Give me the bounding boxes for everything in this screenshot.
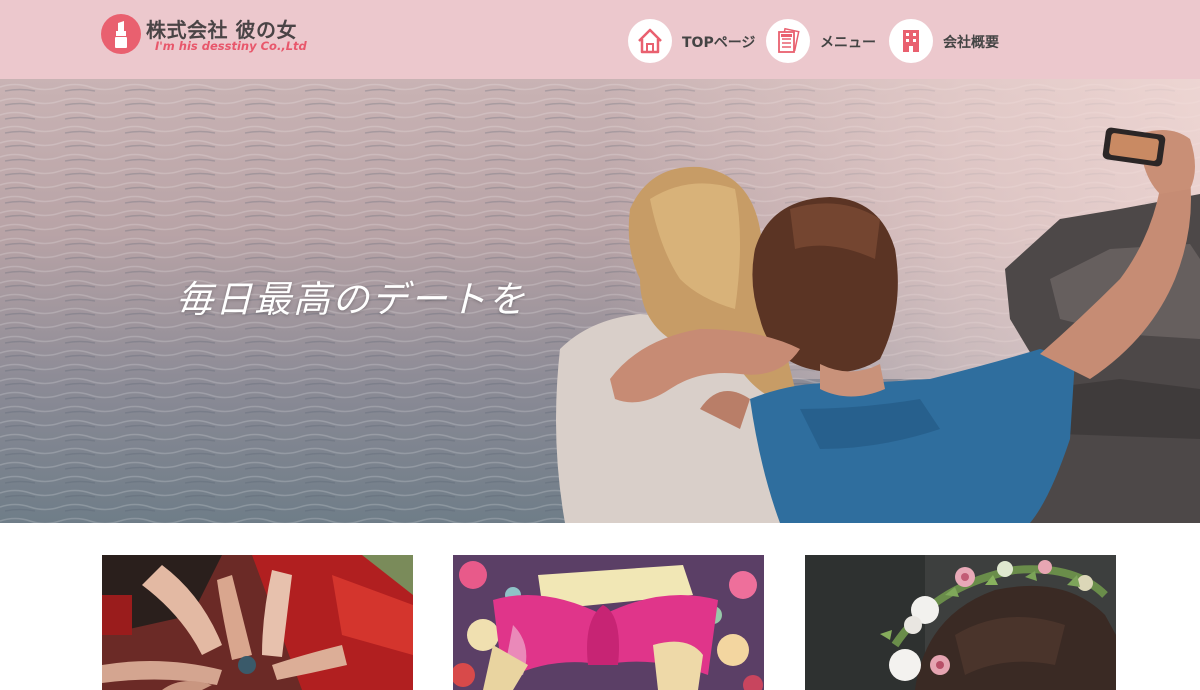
nav-label-top: TOPページ [682,35,756,51]
feature-card-hands[interactable] [102,555,413,690]
card-photo-hands [102,555,413,690]
building-icon [889,19,933,63]
home-icon [628,19,672,63]
hero-banner: 毎日最高のデートを [0,79,1200,523]
card-photo-kimono [453,555,764,690]
feature-card-row [0,555,1200,690]
menu-document-icon [766,19,810,63]
nav-label-menu: メニュー [820,35,876,51]
nav-label-company: 会社概要 [943,35,999,51]
feature-card-kimono[interactable] [453,555,764,690]
card-photo-flower-crown [805,555,1116,690]
nav-item-company[interactable]: 会社概要 [889,19,1004,63]
hero-catchphrase: 毎日最高のデートを [176,278,527,321]
feature-card-flower-crown[interactable] [805,555,1116,690]
site-header: 株式会社 彼の女 I'm his desstiny Co.,Ltd TOPページ [0,0,1200,79]
nav-item-menu[interactable]: メニュー [766,19,881,63]
lipstick-icon [101,14,141,54]
brand-tagline: I'm his desstiny Co.,Ltd [155,39,307,53]
nav-item-top[interactable]: TOPページ [628,19,758,63]
